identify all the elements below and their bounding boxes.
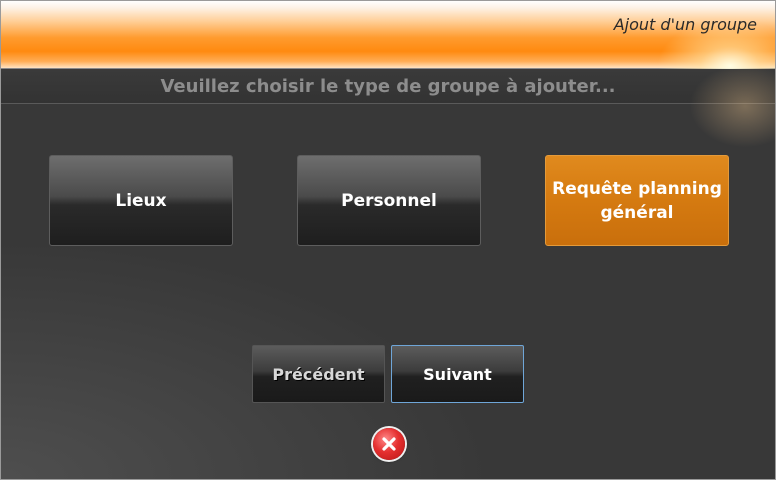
previous-button-label: Précédent [272, 364, 365, 384]
close-x-glyph [382, 437, 396, 451]
group-type-requete-planning-label: Requête planning général [552, 178, 722, 223]
next-button-label: Suivant [423, 364, 492, 384]
window-title: Ajout d'un groupe [613, 15, 757, 34]
close-icon[interactable] [373, 428, 405, 460]
prompt-text: Veuillez choisir le type de groupe à ajo… [160, 76, 616, 97]
title-bar: Ajout d'un groupe [1, 1, 775, 121]
previous-button[interactable]: Précédent [252, 345, 385, 403]
prompt-bar: Veuillez choisir le type de groupe à ajo… [1, 69, 775, 104]
group-type-lieux-button[interactable]: Lieux [49, 155, 233, 246]
group-type-personnel-label: Personnel [341, 190, 437, 211]
group-type-requete-planning-button[interactable]: Requête planning général [545, 155, 729, 246]
group-type-lieux-label: Lieux [115, 190, 167, 211]
add-group-window: Ajout d'un groupe Veuillez choisir le ty… [0, 0, 776, 480]
next-button[interactable]: Suivant [391, 345, 524, 403]
group-type-personnel-button[interactable]: Personnel [297, 155, 481, 246]
